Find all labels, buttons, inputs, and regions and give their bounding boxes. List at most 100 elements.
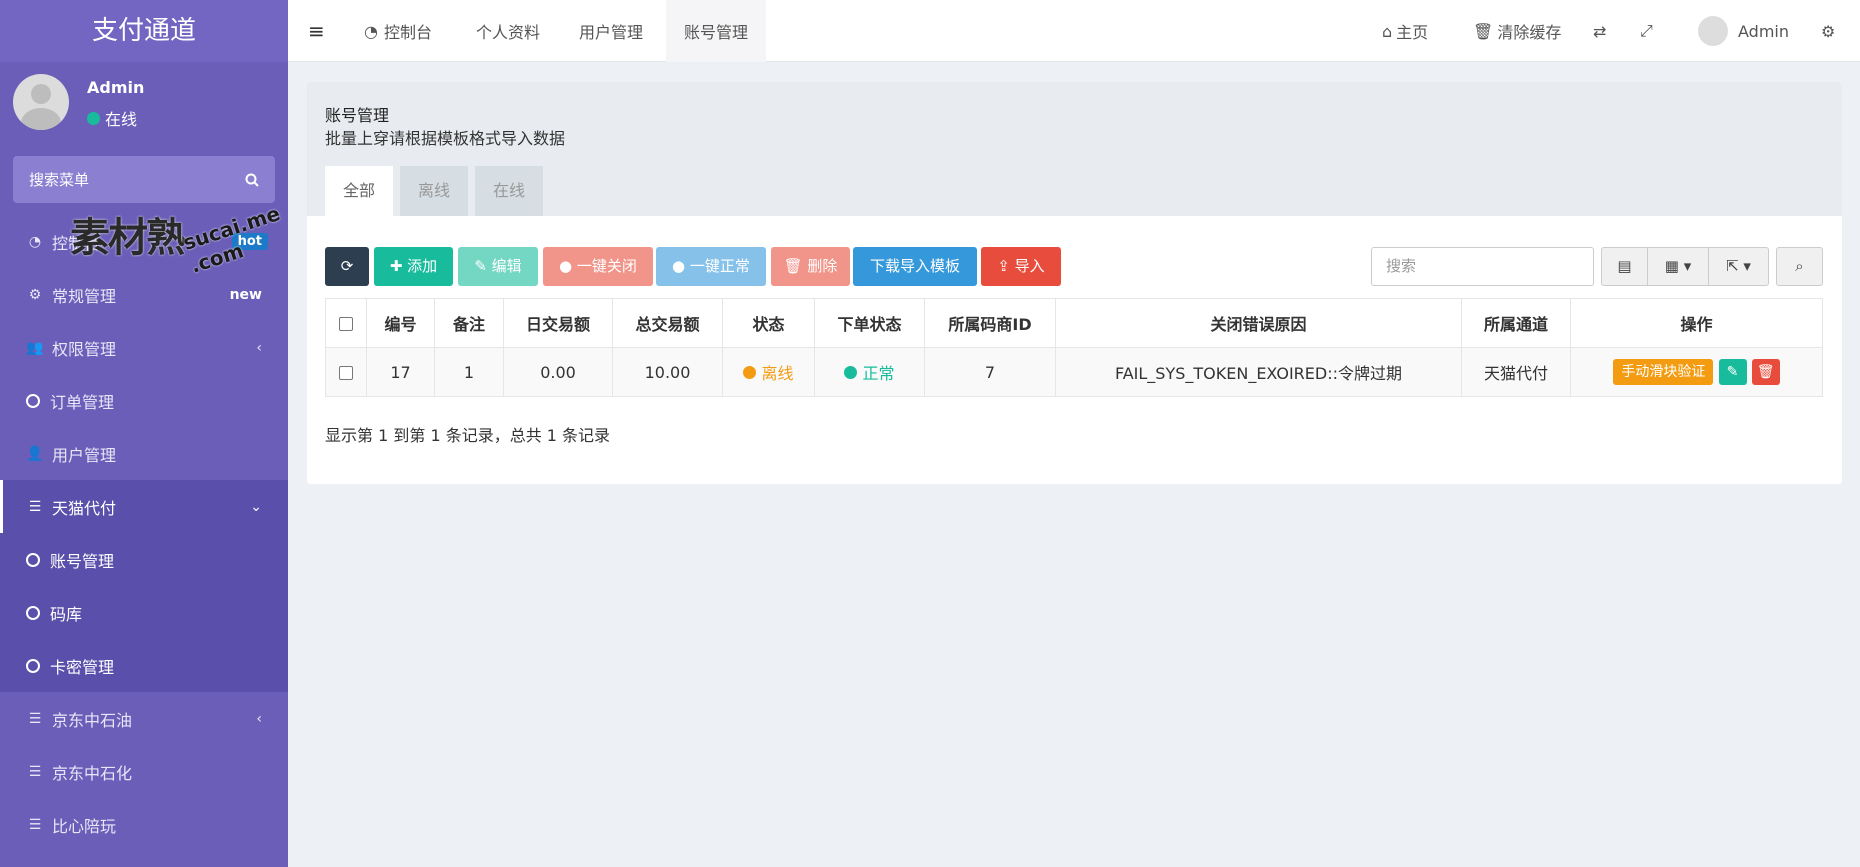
cell-status[interactable]: 离线 bbox=[722, 347, 815, 397]
chevron-left-icon: ‹ bbox=[256, 710, 262, 727]
sidebar-item-cards[interactable]: 卡密管理 bbox=[0, 639, 288, 692]
cogs-icon: ⚙ bbox=[28, 286, 42, 303]
normal-all-button[interactable]: ● 一键正常 bbox=[656, 247, 766, 286]
settings-icon[interactable]: ⚙ bbox=[1821, 0, 1835, 62]
sidebar-item-bixin[interactable]: ☰ 比心陪玩 bbox=[0, 798, 288, 851]
row-delete-button[interactable]: 🗑 bbox=[1751, 359, 1780, 385]
download-template-button[interactable]: 下载导入模板 bbox=[853, 247, 977, 286]
list-view-icon: ▤ bbox=[1617, 257, 1632, 275]
tmall-submenu: 账号管理 码库 卡密管理 bbox=[0, 533, 288, 692]
tab-account-management[interactable]: 账号管理 bbox=[666, 0, 767, 62]
user-panel: Admin 在线 bbox=[0, 62, 288, 154]
toggle-view-button[interactable]: ▤ bbox=[1601, 247, 1648, 286]
clear-cache-link[interactable]: 🗑 清除缓存 bbox=[1473, 0, 1561, 62]
user-status: 在线 bbox=[87, 106, 137, 130]
tab-online[interactable]: 在线 bbox=[475, 166, 544, 216]
import-button[interactable]: ⇪ 导入 bbox=[981, 247, 1061, 286]
table-search-input[interactable]: 搜索 bbox=[1371, 247, 1594, 286]
sidebar-item-permission[interactable]: 👥 权限管理 ‹ bbox=[0, 321, 288, 374]
col-status[interactable]: 状态 bbox=[722, 298, 815, 348]
circle-icon bbox=[26, 658, 40, 673]
users-icon: 👥 bbox=[26, 339, 44, 356]
tab-all[interactable]: 全部 bbox=[325, 166, 394, 216]
accounts-table: 编号 备注 日交易额 总交易额 状态 下单状态 所属码商ID 关闭错误原因 所属… bbox=[325, 298, 1823, 397]
tab-user-management[interactable]: 用户管理 bbox=[579, 0, 643, 62]
cell-order-status[interactable]: 正常 bbox=[814, 347, 925, 397]
sidebar-item-codes[interactable]: 码库 bbox=[0, 586, 288, 639]
row-checkbox[interactable] bbox=[325, 347, 367, 397]
topbar: ≡ ◔ 控制台 个人资料 用户管理 账号管理 ⌂ 主页 🗑 清除缓存 ⇄ ⤢ A… bbox=[288, 0, 1860, 62]
page-description: 批量上穿请根据模板格式导入数据 bbox=[325, 129, 566, 148]
col-channel[interactable]: 所属通道 bbox=[1461, 298, 1571, 348]
col-total[interactable]: 总交易额 bbox=[612, 298, 723, 348]
sidebar-item-general[interactable]: ⚙ 常规管理 new bbox=[0, 268, 288, 321]
avatar bbox=[1698, 16, 1728, 46]
manual-verify-button[interactable]: 手动滑块验证 bbox=[1613, 359, 1714, 385]
language-icon[interactable]: ⇄ bbox=[1593, 0, 1606, 62]
edit-button[interactable]: ✎ 编辑 bbox=[458, 247, 538, 286]
grid-icon: ▦ ▾ bbox=[1664, 257, 1692, 275]
watermark: 素材熟 bbox=[70, 215, 186, 261]
offline-dot-icon bbox=[743, 365, 757, 379]
sidebar-item-jd-sinopec[interactable]: ☰ 京东中石化 bbox=[0, 745, 288, 798]
new-badge: new bbox=[229, 286, 262, 303]
row-edit-button[interactable]: ✎ bbox=[1718, 359, 1747, 385]
online-dot-icon bbox=[87, 111, 100, 125]
circle-icon bbox=[26, 393, 40, 408]
add-button[interactable]: ✚ 添加 bbox=[374, 247, 453, 286]
columns-button[interactable]: ▦ ▾ bbox=[1647, 247, 1709, 286]
export-icon: ⇱ ▾ bbox=[1726, 257, 1751, 275]
col-merchant-id[interactable]: 所属码商ID bbox=[924, 298, 1056, 348]
delete-button[interactable]: 🗑 删除 bbox=[771, 247, 850, 286]
trash-icon: 🗑 bbox=[1756, 364, 1775, 380]
pencil-icon: ✎ bbox=[1726, 364, 1739, 380]
col-order-status[interactable]: 下单状态 bbox=[814, 298, 925, 348]
brand-title[interactable]: 支付通道 bbox=[0, 0, 288, 62]
cell-channel: 天猫代付 bbox=[1461, 347, 1571, 397]
col-error[interactable]: 关闭错误原因 bbox=[1055, 298, 1462, 348]
select-all-checkbox[interactable] bbox=[325, 298, 367, 348]
sidebar-item-tmall[interactable]: ☰ 天猫代付 ⌄ bbox=[0, 480, 288, 533]
sidebar-item-orders[interactable]: 订单管理 bbox=[0, 374, 288, 427]
refresh-icon: ⟳ bbox=[340, 257, 354, 275]
home-link[interactable]: ⌂ 主页 bbox=[1382, 0, 1428, 62]
home-icon: ⌂ bbox=[1382, 21, 1393, 41]
col-daily[interactable]: 日交易额 bbox=[503, 298, 613, 348]
col-id[interactable]: 编号 bbox=[366, 298, 435, 348]
sidebar-item-jd-petrochina[interactable]: ☰ 京东中石油 ‹ bbox=[0, 692, 288, 745]
cell-total: 10.00 bbox=[612, 347, 723, 397]
panel-header: 账号管理 批量上穿请根据模板格式导入数据 全部 离线 在线 bbox=[307, 82, 1842, 216]
normal-dot-icon bbox=[844, 365, 858, 379]
menu-search-input[interactable]: 搜索菜单 bbox=[13, 156, 275, 203]
trash-icon: 🗑 bbox=[1473, 21, 1494, 41]
export-button[interactable]: ⇱ ▾ bbox=[1708, 247, 1769, 286]
tab-profile[interactable]: 个人资料 bbox=[476, 0, 540, 62]
circle-icon: ● bbox=[559, 257, 573, 275]
tab-offline[interactable]: 离线 bbox=[400, 166, 469, 216]
topbar-user[interactable]: Admin bbox=[1698, 0, 1789, 62]
page-title: 账号管理 bbox=[325, 106, 390, 125]
cell-daily: 0.00 bbox=[503, 347, 613, 397]
tab-dashboard[interactable]: ◔ 控制台 bbox=[364, 0, 432, 62]
sidebar-item-users[interactable]: 👤 用户管理 bbox=[0, 427, 288, 480]
menu-toggle-icon[interactable]: ≡ bbox=[308, 0, 325, 62]
advanced-search-button[interactable]: ⌕ bbox=[1776, 247, 1823, 286]
table-row: 17 1 0.00 10.00 离线 正常 7 FAIL_SYS_TOKEN_E… bbox=[325, 347, 1823, 397]
close-all-button[interactable]: ● 一键关闭 bbox=[543, 247, 653, 286]
circle-icon bbox=[26, 605, 40, 620]
list-icon: ☰ bbox=[28, 816, 42, 833]
table-header-row: 编号 备注 日交易额 总交易额 状态 下单状态 所属码商ID 关闭错误原因 所属… bbox=[325, 298, 1823, 348]
search-icon bbox=[245, 173, 259, 187]
refresh-button[interactable]: ⟳ bbox=[325, 247, 369, 286]
cell-merchant-id: 7 bbox=[924, 347, 1056, 397]
cell-actions: 手动滑块验证 ✎ 🗑 bbox=[1570, 347, 1823, 397]
fullscreen-icon[interactable]: ⤢ bbox=[1640, 0, 1653, 62]
col-remark[interactable]: 备注 bbox=[434, 298, 504, 348]
sidebar-item-account[interactable]: 账号管理 bbox=[0, 533, 288, 586]
user-name: Admin bbox=[87, 78, 145, 97]
dashboard-icon: ◔ bbox=[28, 233, 42, 250]
avatar bbox=[13, 74, 69, 130]
dashboard-icon: ◔ bbox=[364, 21, 378, 41]
content-panel: 账号管理 批量上穿请根据模板格式导入数据 全部 离线 在线 ⟳ ✚ 添加 ✎ 编… bbox=[307, 82, 1842, 484]
circle-icon bbox=[26, 552, 40, 567]
